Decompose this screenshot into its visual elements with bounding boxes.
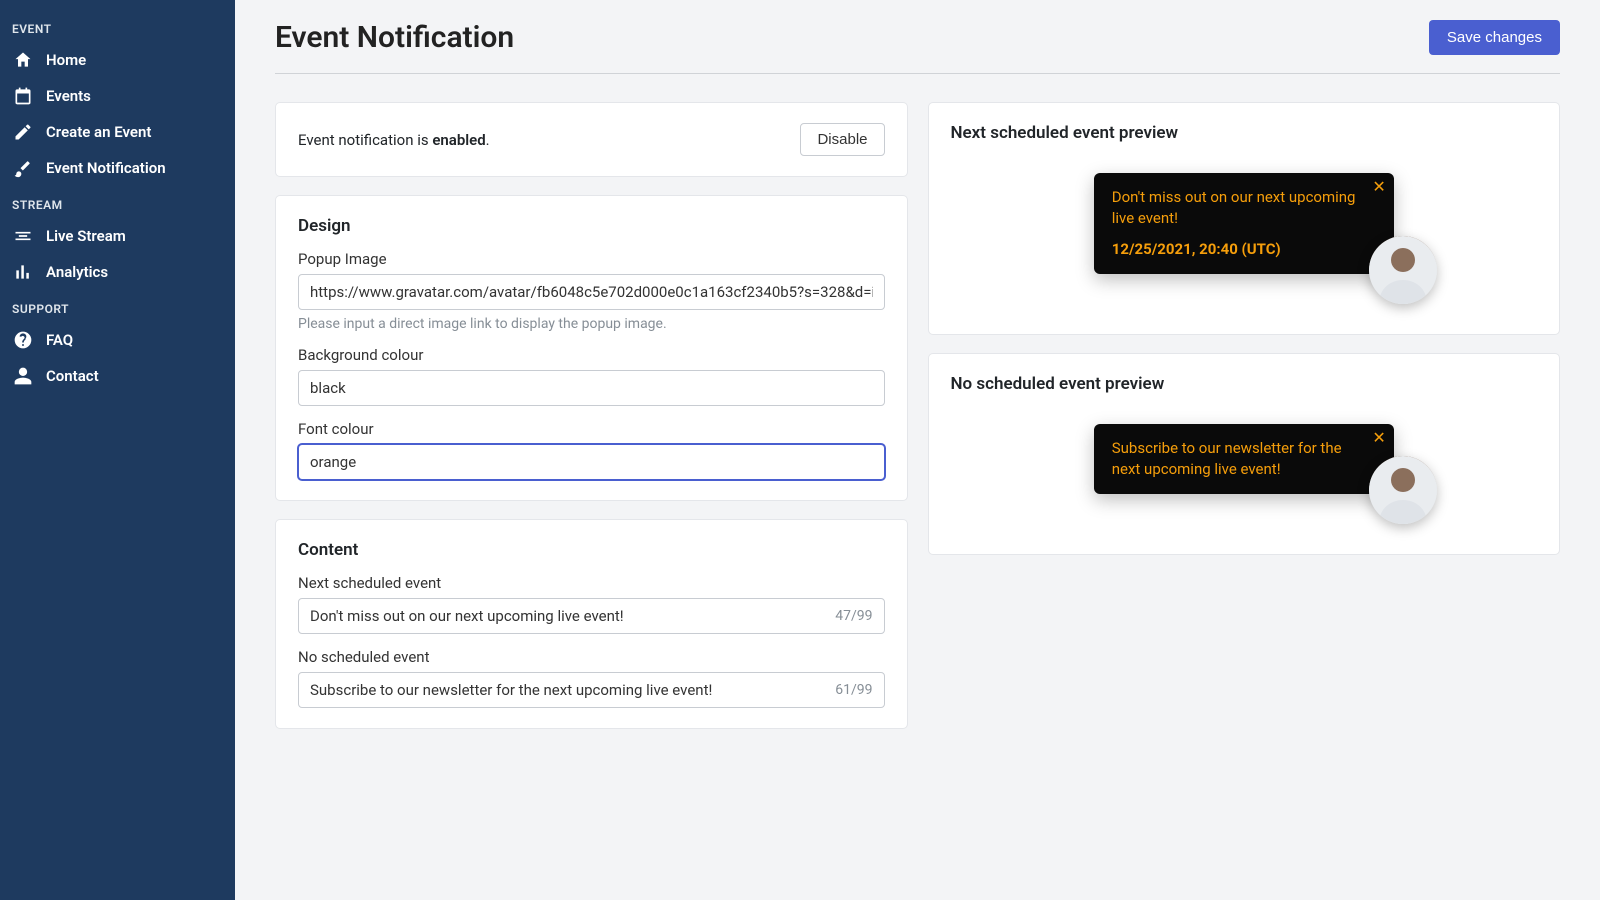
next-event-label: Next scheduled event <box>298 574 885 592</box>
sidebar: EVENT Home Events Create an Event Event … <box>0 0 235 900</box>
stream-icon <box>12 225 34 247</box>
sidebar-section-support: SUPPORT <box>0 290 235 322</box>
sidebar-item-label: Events <box>46 87 91 105</box>
bg-colour-label: Background colour <box>298 346 885 364</box>
content-title: Content <box>298 540 885 560</box>
sidebar-item-home[interactable]: Home <box>0 42 235 78</box>
next-event-input[interactable] <box>298 598 885 634</box>
next-preview-text: Don't miss out on our next upcoming live… <box>1112 188 1356 227</box>
close-icon[interactable]: ✕ <box>1372 430 1385 446</box>
disable-button[interactable]: Disable <box>800 123 884 156</box>
question-icon <box>12 329 34 351</box>
none-preview-card: No scheduled event preview ✕ Subscribe t… <box>928 353 1561 555</box>
sidebar-item-analytics[interactable]: Analytics <box>0 254 235 290</box>
font-colour-input[interactable] <box>298 444 885 480</box>
next-preview-popup: ✕ Don't miss out on our next upcoming li… <box>1094 173 1394 274</box>
sidebar-section-event: EVENT <box>0 10 235 42</box>
sidebar-item-create-event[interactable]: Create an Event <box>0 114 235 150</box>
home-icon <box>12 49 34 71</box>
none-preview-popup: ✕ Subscribe to our newsletter for the ne… <box>1094 424 1394 494</box>
save-changes-button[interactable]: Save changes <box>1429 20 1560 55</box>
sidebar-item-label: Home <box>46 51 86 69</box>
status-text: Event notification is enabled. <box>298 131 490 149</box>
page-header: Event Notification Save changes <box>275 20 1560 74</box>
design-title: Design <box>298 216 885 236</box>
sidebar-item-faq[interactable]: FAQ <box>0 322 235 358</box>
sidebar-item-label: Live Stream <box>46 227 126 245</box>
edit-icon <box>12 121 34 143</box>
sidebar-item-contact[interactable]: Contact <box>0 358 235 394</box>
none-preview-text: Subscribe to our newsletter for the next… <box>1112 439 1342 478</box>
sidebar-item-label: Create an Event <box>46 123 151 141</box>
sidebar-item-events[interactable]: Events <box>0 78 235 114</box>
avatar <box>1369 236 1437 304</box>
next-preview-card: Next scheduled event preview ✕ Don't mis… <box>928 102 1561 335</box>
brush-icon <box>12 157 34 179</box>
popup-image-label: Popup Image <box>298 250 885 268</box>
next-preview-title: Next scheduled event preview <box>951 123 1538 143</box>
close-icon[interactable]: ✕ <box>1372 179 1385 195</box>
font-colour-label: Font colour <box>298 420 885 438</box>
status-state: enabled <box>432 131 485 149</box>
sidebar-item-label: FAQ <box>46 331 73 349</box>
calendar-icon <box>12 85 34 107</box>
bg-colour-input[interactable] <box>298 370 885 406</box>
popup-image-help: Please input a direct image link to disp… <box>298 316 885 332</box>
avatar <box>1369 456 1437 524</box>
next-preview-date: 12/25/2021, 20:40 (UTC) <box>1112 239 1360 260</box>
person-icon <box>12 365 34 387</box>
no-event-input[interactable] <box>298 672 885 708</box>
sidebar-item-label: Event Notification <box>46 159 166 177</box>
bars-icon <box>12 261 34 283</box>
sidebar-section-stream: STREAM <box>0 186 235 218</box>
popup-image-input[interactable] <box>298 274 885 310</box>
sidebar-item-label: Analytics <box>46 263 108 281</box>
content-card: Content Next scheduled event 47/99 No sc… <box>275 519 908 729</box>
sidebar-item-label: Contact <box>46 367 99 385</box>
sidebar-item-event-notification[interactable]: Event Notification <box>0 150 235 186</box>
sidebar-item-live-stream[interactable]: Live Stream <box>0 218 235 254</box>
none-preview-title: No scheduled event preview <box>951 374 1538 394</box>
design-card: Design Popup Image Please input a direct… <box>275 195 908 501</box>
main-content: Event Notification Save changes Event no… <box>235 0 1600 900</box>
no-event-label: No scheduled event <box>298 648 885 666</box>
status-card: Event notification is enabled. Disable <box>275 102 908 177</box>
page-title: Event Notification <box>275 20 514 55</box>
